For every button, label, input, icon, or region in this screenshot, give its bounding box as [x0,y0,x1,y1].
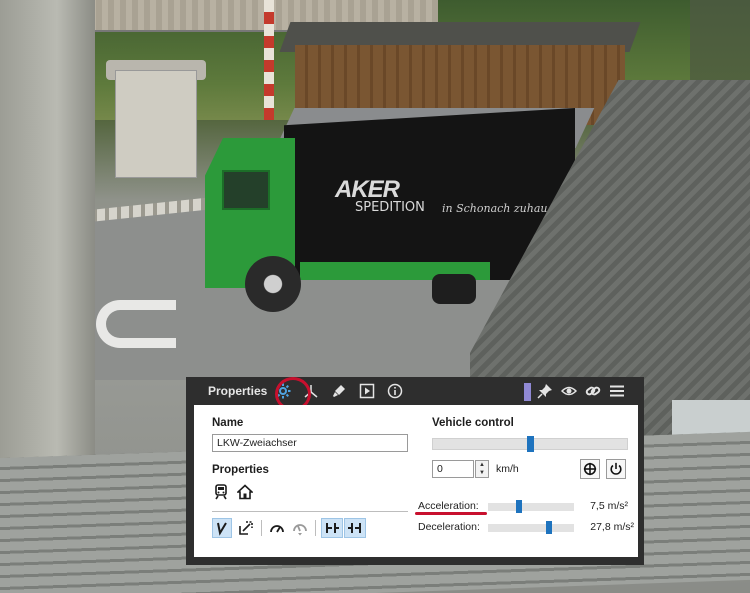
tool-separator-2 [315,520,316,536]
cursor-icon[interactable] [212,518,232,538]
deceleration-slider-thumb[interactable] [546,521,552,534]
properties-panel: Properties Name LKW-Zweiachser Propertie… [186,377,644,565]
play-icon[interactable] [356,380,378,402]
panel-body: Name Properties Vehicle con [194,405,638,557]
truck-front-wheel [245,256,301,312]
left-divider [212,511,408,512]
speed-unit: km/h [496,463,519,475]
acceleration-slider-thumb[interactable] [516,500,522,513]
vehicle-control-title: Vehicle control [432,417,514,429]
train-icon[interactable] [212,483,230,501]
truck-cab-window [222,170,270,210]
coupling-left-icon[interactable] [321,518,343,538]
eye-icon[interactable] [558,380,580,402]
road-marking [96,300,176,348]
speed-spinner[interactable]: ▲ ▼ [475,460,489,478]
info-icon[interactable] [384,380,406,402]
target-button[interactable] [580,459,600,479]
panel-color-tag [524,383,531,401]
link-icon[interactable] [582,380,604,402]
deceleration-slider[interactable] [488,521,574,534]
properties-label: Properties [212,464,269,476]
brush-icon[interactable] [328,380,350,402]
gauge-disabled-icon[interactable] [290,518,310,538]
name-field[interactable] [212,434,408,452]
tool-separator-1 [261,520,262,536]
panel-header: Properties [186,377,644,411]
crosshair-icon [583,462,597,476]
building-left [0,0,95,470]
axis-icon[interactable] [300,380,322,402]
name-label: Name [212,417,244,429]
speed-slider-thumb[interactable] [527,436,534,452]
highlight-underline-annotation [415,512,487,515]
panel-header-tools [534,380,630,402]
signal-booth [115,70,197,178]
gauge-icon[interactable] [267,518,287,538]
deceleration-value: 27,8 m/s² [590,521,634,533]
speed-input[interactable] [432,460,474,478]
acceleration-label: Acceleration: [418,500,479,512]
truck-logo-subtitle: SPEDITION [355,200,425,215]
barrier-pole-right [264,0,274,120]
speed-slider[interactable] [432,436,628,452]
power-button[interactable] [606,459,626,479]
deceleration-label: Deceleration: [418,521,480,533]
spin-down-icon[interactable]: ▼ [479,470,485,476]
spin-up-icon[interactable]: ▲ [479,462,485,468]
power-icon [610,462,622,475]
truck-rear-wheel [432,274,476,304]
crop-icon[interactable] [236,518,256,538]
pin-icon[interactable] [534,380,556,402]
truck-slogan: in Schonach zuhau [442,202,548,215]
menu-icon[interactable] [606,380,628,402]
coupling-right-icon[interactable] [344,518,366,538]
acceleration-slider[interactable] [488,500,574,513]
panel-title: Properties [208,384,268,398]
acceleration-value: 7,5 m/s² [590,500,628,512]
gear-icon[interactable] [272,380,294,402]
home-icon[interactable] [236,483,254,501]
